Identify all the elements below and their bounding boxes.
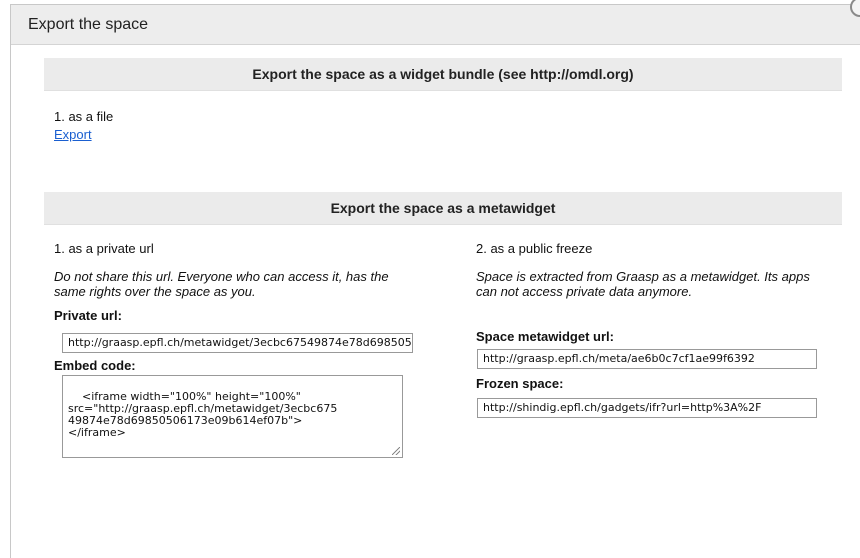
as-file-label: 1. as a file [54,109,114,124]
space-metawidget-url-field[interactable]: http://graasp.epfl.ch/meta/ae6b0c7cf1ae9… [477,349,817,369]
frozen-space-field[interactable]: http://shindig.epfl.ch/gadgets/ifr?url=h… [477,398,817,418]
private-url-label: Private url: [54,308,122,323]
private-url-field[interactable]: http://graasp.epfl.ch/metawidget/3ecbc67… [62,333,413,353]
dialog-title: Export the space [28,16,149,33]
embed-code-label: Embed code: [54,358,136,373]
frozen-space-label: Frozen space: [476,376,564,391]
export-dialog: Export the space Export the space as a w… [10,0,860,558]
space-metawidget-url-label: Space metawidget url: [476,329,614,344]
public-freeze-description: Space is extracted from Graasp as a meta… [476,269,810,299]
widget-bundle-heading: Export the space as a widget bundle (see… [44,58,842,91]
public-freeze-section-label: 2. as a public freeze [476,241,593,256]
embed-code-textarea[interactable]: <iframe width="100%" height="100%" src="… [62,375,403,458]
private-url-section-label: 1. as a private url [54,241,154,256]
metawidget-heading: Export the space as a metawidget [44,192,842,225]
private-url-warning: Do not share this url. Everyone who can … [54,269,389,299]
export-link[interactable]: Export [54,127,92,142]
resize-grip-icon[interactable] [392,447,400,455]
embed-code-text: <iframe width="100%" height="100%" src="… [68,390,338,439]
dialog-header: Export the space [11,5,860,45]
